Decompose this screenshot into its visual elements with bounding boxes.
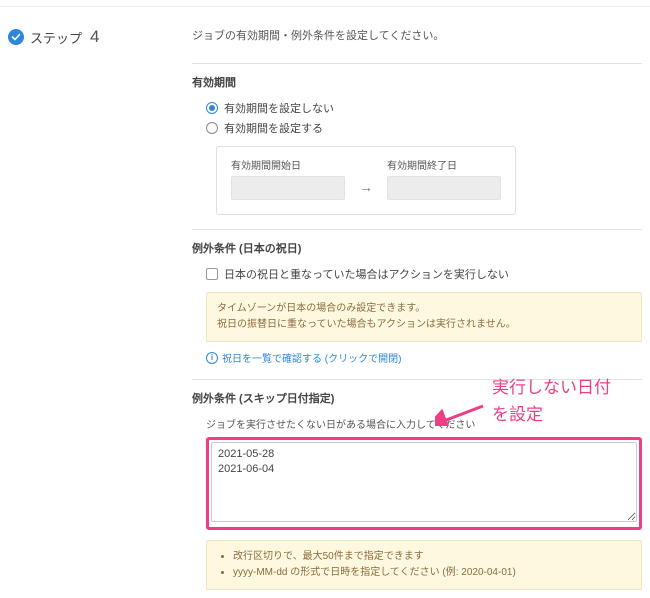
- step4-panel: ステップ 4 ジョブの有効期間・例外条件を設定してください。 有効期間 有効期間…: [0, 6, 650, 598]
- radio-icon: [206, 122, 218, 134]
- validity-start-label: 有効期間開始日: [231, 157, 345, 172]
- holiday-section: 例外条件 (日本の祝日) 日本の祝日と重なっていた場合はアクションを実行しない …: [192, 229, 642, 365]
- checkbox-icon: [206, 268, 218, 280]
- step-header: ステップ 4: [8, 27, 192, 47]
- skip-title: 例外条件 (スキップ日付指定): [192, 390, 642, 406]
- radio-label: 有効期間を設定する: [224, 120, 323, 136]
- checkbox-label: 日本の祝日と重なっていた場合はアクションを実行しない: [224, 266, 509, 282]
- validity-title: 有効期間: [192, 74, 642, 90]
- radio-label: 有効期間を設定しない: [224, 100, 334, 116]
- check-circle-icon: [8, 29, 24, 45]
- step-header-column: ステップ 4: [8, 17, 192, 598]
- holiday-list-toggle[interactable]: i 祝日を一覧で確認する (クリックで開閉): [206, 350, 642, 365]
- radio-icon: [206, 102, 218, 114]
- skip-hint: 改行区切りで、最大50件まで指定できます yyyy-MM-dd の形式で日時を指…: [206, 540, 642, 590]
- validity-radio-no-set[interactable]: 有効期間を設定しない: [192, 100, 642, 116]
- form-column: ジョブの有効期間・例外条件を設定してください。 有効期間 有効期間を設定しない …: [192, 17, 642, 598]
- step-label: ステップ: [30, 28, 82, 47]
- skip-section: 例外条件 (スキップ日付指定) ジョブを実行させたくない日がある場合に入力してく…: [192, 379, 642, 590]
- skip-dates-highlight: [206, 437, 642, 530]
- validity-end-input[interactable]: [387, 176, 501, 200]
- holiday-note: タイムゾーンが日本の場合のみ設定できます。 祝日の振替日に重なっていた場合もアク…: [206, 292, 642, 342]
- skip-hint-line1: 改行区切りで、最大50件まで指定できます: [233, 549, 631, 565]
- intro-text: ジョブの有効期間・例外条件を設定してください。: [192, 27, 642, 43]
- validity-start-input[interactable]: [231, 176, 345, 200]
- validity-date-panel: 有効期間開始日 → 有効期間終了日: [216, 146, 516, 215]
- holiday-skip-checkbox[interactable]: 日本の祝日と重なっていた場合はアクションを実行しない: [192, 266, 642, 282]
- validity-end-label: 有効期間終了日: [387, 157, 501, 172]
- validity-radio-set[interactable]: 有効期間を設定する: [192, 120, 642, 136]
- validity-end-field: 有効期間終了日: [387, 157, 501, 200]
- info-icon: i: [206, 352, 218, 364]
- validity-start-field: 有効期間開始日: [231, 157, 345, 200]
- skip-dates-input[interactable]: [211, 442, 637, 522]
- step-number: 4: [90, 27, 99, 47]
- validity-section: 有効期間 有効期間を設定しない 有効期間を設定する 有効期間開始日 → 有効期間…: [192, 63, 642, 215]
- arrow-right-icon: →: [359, 179, 373, 200]
- holiday-link-text: 祝日を一覧で確認する (クリックで開閉): [222, 350, 401, 365]
- holiday-note-line1: タイムゾーンが日本の場合のみ設定できます。: [217, 301, 631, 317]
- skip-hint-line2: yyyy-MM-dd の形式で日時を指定してください (例: 2020-04-0…: [233, 565, 631, 581]
- skip-instruction: ジョブを実行させたくない日がある場合に入力してください: [206, 416, 642, 431]
- holiday-note-line2: 祝日の振替日に重なっていた場合もアクションは実行されません。: [217, 317, 631, 333]
- holiday-title: 例外条件 (日本の祝日): [192, 240, 642, 256]
